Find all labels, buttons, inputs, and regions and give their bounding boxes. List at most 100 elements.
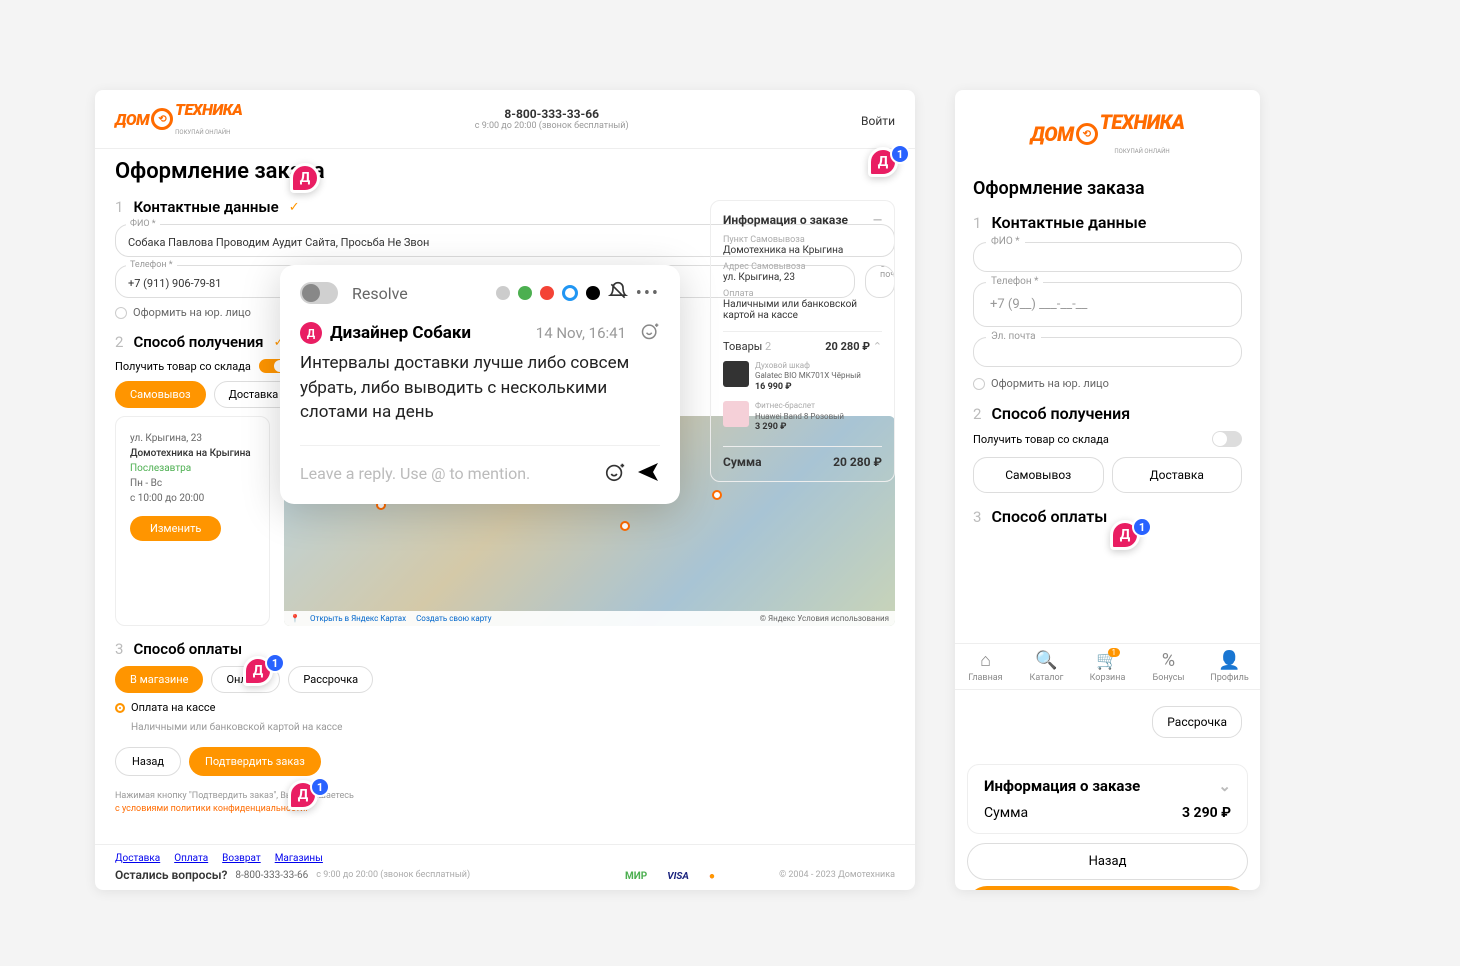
footer-question: Остались вопросы? xyxy=(115,868,227,882)
color-green[interactable] xyxy=(518,286,532,300)
search-icon: 🔍 xyxy=(1016,650,1077,671)
footer-stores-link[interactable]: Магазины xyxy=(275,853,323,864)
sum-label: Сумма xyxy=(723,455,762,469)
legal-link[interactable]: с условиями политики конфиденциальности. xyxy=(115,804,308,814)
reply-input[interactable] xyxy=(300,464,594,483)
add-reaction-icon[interactable] xyxy=(640,321,660,345)
annotation-pin[interactable]: Д xyxy=(290,163,320,193)
annotation-pin[interactable]: Д 1 xyxy=(868,147,910,177)
add-emoji-icon[interactable] xyxy=(604,461,626,487)
pin-badge: 1 xyxy=(310,777,330,797)
step-3-title: Способ оплаты xyxy=(133,640,242,658)
nav-profile[interactable]: 👤Профиль xyxy=(1199,650,1260,683)
footer-payment-link[interactable]: Оплата xyxy=(174,853,208,864)
color-grey[interactable] xyxy=(496,286,510,300)
footer: Доставка Оплата Возврат Магазины Осталис… xyxy=(95,844,915,890)
comment-popup: Resolve ••• Д Дизайнер Собаки 14 Nov, 16… xyxy=(280,265,680,504)
from-stock-toggle[interactable] xyxy=(1212,431,1242,447)
annotation-pin[interactable]: Д 1 xyxy=(288,780,330,810)
check-icon: ✓ xyxy=(289,200,300,215)
sum-label: Сумма xyxy=(984,805,1028,821)
tab-delivery[interactable]: Доставка xyxy=(1112,457,1243,493)
pin-avatar: Д xyxy=(290,163,320,193)
fio-field[interactable]: ФИО * xyxy=(973,242,1242,272)
color-blue-selected[interactable] xyxy=(562,285,578,301)
step-3-number: 3 xyxy=(115,640,123,658)
legal-entity-radio[interactable] xyxy=(115,307,127,319)
order-item[interactable]: Фитнес-браслет Huawei Band 8 Розовый 3 2… xyxy=(723,401,882,433)
page-title: Оформление заказа xyxy=(973,178,1242,199)
annotation-pin[interactable]: Д 1 xyxy=(1110,520,1152,550)
legal-entity-label: Оформить на юр. лицо xyxy=(133,306,251,319)
send-icon[interactable] xyxy=(636,460,660,488)
fio-label: ФИО * xyxy=(126,219,160,229)
step-3-number: 3 xyxy=(973,508,981,526)
step-1-number: 1 xyxy=(973,214,981,232)
bell-off-icon[interactable] xyxy=(608,281,628,305)
map-terms[interactable]: © Яндекс Условия использования xyxy=(760,614,889,623)
card-mastercard-icon: ●● xyxy=(709,871,715,882)
card-mir-icon: МИР xyxy=(625,871,647,882)
from-stock-label: Получить товар со склада xyxy=(973,433,1109,446)
page-title: Оформление заказа xyxy=(115,159,895,184)
logo[interactable]: ДОМ ⟲ ТЕХНИКА ПОКУПАЙ ОНЛАЙН xyxy=(973,110,1242,158)
header: ДОМ ⟲ ТЕХНИКА ПОКУПАЙ ОНЛАЙН 8-800-333-3… xyxy=(95,90,915,149)
change-pickup-button[interactable]: Изменить xyxy=(130,516,221,541)
tab-pay-split[interactable]: Рассрочка xyxy=(288,666,373,693)
more-icon[interactable]: ••• xyxy=(636,283,660,304)
email-field[interactable]: Эл. почта xyxy=(973,337,1242,367)
resolve-toggle[interactable] xyxy=(300,282,338,304)
nav-cart[interactable]: 1🛒Корзина xyxy=(1077,650,1138,683)
fio-label: ФИО * xyxy=(986,236,1025,247)
tab-pickup[interactable]: Самовывоз xyxy=(115,381,206,408)
pickup-when: Послезавтра xyxy=(130,461,255,476)
footer-delivery-link[interactable]: Доставка xyxy=(115,853,160,864)
color-black[interactable] xyxy=(586,286,600,300)
order-addr-value: ул. Крыгина, 23 xyxy=(723,272,882,283)
color-red[interactable] xyxy=(540,286,554,300)
tel-field[interactable]: Телефон * +7 (9__) ___-__-__ xyxy=(973,282,1242,327)
annotation-pin[interactable]: Д 1 xyxy=(243,656,285,686)
header-hours: с 9:00 до 20:00 (звонок бесплатный) xyxy=(475,121,629,131)
login-link[interactable]: Войти xyxy=(861,114,895,128)
card-visa-icon: VISA xyxy=(667,871,689,882)
pin-badge: 1 xyxy=(265,653,285,673)
legal-entity-label: Оформить на юр. лицо xyxy=(991,377,1109,390)
percent-icon: % xyxy=(1138,650,1199,671)
chevron-up-icon[interactable]: ⌃ xyxy=(873,340,882,353)
legal-entity-radio[interactable] xyxy=(973,378,985,390)
footer-phone[interactable]: 8-800-333-33-66 xyxy=(235,870,308,881)
confirm-button[interactable]: Подтвердить заказ xyxy=(967,886,1248,890)
tab-pay-split[interactable]: Рассрочка xyxy=(1152,706,1242,738)
nav-home[interactable]: ⌂Главная xyxy=(955,650,1016,683)
map-open-link[interactable]: Открыть в Яндекс Картах xyxy=(310,614,406,623)
map-pin-icon[interactable] xyxy=(712,490,722,500)
order-item[interactable]: Духовой шкаф Galatec BIO MK701X Чёрный 1… xyxy=(723,361,882,393)
footer-return-link[interactable]: Возврат xyxy=(222,853,261,864)
back-button[interactable]: Назад xyxy=(967,843,1248,880)
nav-bonus[interactable]: %Бонусы xyxy=(1138,650,1199,683)
confirm-button[interactable]: Подтвердить заказ xyxy=(189,747,321,776)
comment-time: 14 Nov, 16:41 xyxy=(536,324,626,342)
comment-avatar: Д xyxy=(300,322,322,344)
item-price: 16 990 ₽ xyxy=(755,382,861,394)
pickup-name: Домотехника на Крыгина xyxy=(130,446,255,461)
tab-pickup[interactable]: Самовывоз xyxy=(973,457,1104,493)
header-phone-block: 8-800-333-33-66 с 9:00 до 20:00 (звонок … xyxy=(475,107,629,131)
header-phone[interactable]: 8-800-333-33-66 xyxy=(475,107,629,121)
chevron-down-icon[interactable]: ⌄ xyxy=(1218,777,1231,795)
pay-cash-sublabel: Наличными или банковской картой на кассе xyxy=(131,722,342,733)
goods-total: 20 280 ₽ xyxy=(825,340,870,353)
logo-text-2: ТЕХНИКА xyxy=(175,100,242,119)
logo[interactable]: ДОМ ⟲ ТЕХНИКА ПОКУПАЙ ОНЛАЙН xyxy=(115,100,242,138)
map-create-link[interactable]: Создать свою карту xyxy=(416,614,492,623)
order-info-panel: Информация о заказе ⌄ Сумма 3 290 ₽ xyxy=(967,764,1248,834)
goods-label: Товары xyxy=(723,340,762,353)
step-2-number: 2 xyxy=(115,333,123,351)
pay-cash-radio[interactable] xyxy=(115,703,125,713)
back-button[interactable]: Назад xyxy=(115,747,181,776)
nav-catalog[interactable]: 🔍Каталог xyxy=(1016,650,1077,683)
map-pin-icon[interactable] xyxy=(620,521,630,531)
tab-pay-store[interactable]: В магазине xyxy=(115,666,203,693)
collapse-icon[interactable]: — xyxy=(873,213,882,227)
